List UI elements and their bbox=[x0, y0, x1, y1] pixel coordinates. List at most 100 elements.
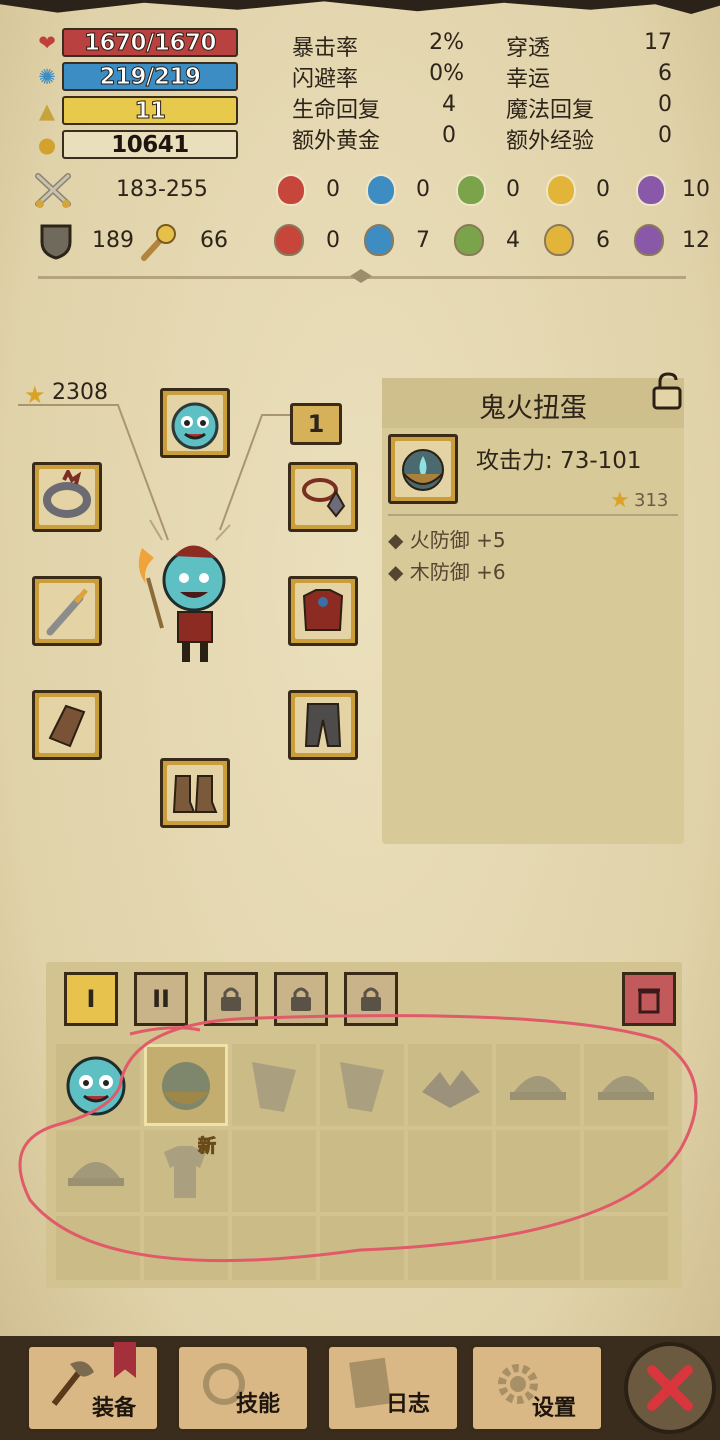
slot-gloves[interactable] bbox=[32, 690, 102, 760]
dark-defense-value: 12 bbox=[682, 228, 710, 253]
cloak-item-icon bbox=[340, 1062, 384, 1112]
ring-icon bbox=[43, 470, 91, 518]
inventory-cell[interactable] bbox=[232, 1130, 316, 1212]
dodge-value: 0% bbox=[429, 61, 464, 86]
bullet-icon: ◆ bbox=[388, 528, 410, 552]
level-icon: ▲ bbox=[38, 99, 56, 123]
hp-regen-label: 生命回复 bbox=[292, 98, 381, 123]
slot-pants[interactable] bbox=[288, 690, 358, 760]
inventory-cell[interactable] bbox=[408, 1216, 492, 1280]
nav-equip-label: 装备 bbox=[92, 1396, 137, 1421]
slot-amulet[interactable] bbox=[288, 462, 358, 532]
thunder-attack-icon bbox=[546, 174, 576, 206]
hp-bar: 1670/1670 bbox=[62, 28, 238, 57]
item-star-icon: ★ bbox=[610, 488, 630, 513]
bonus-text: 木防御 +6 bbox=[409, 560, 506, 584]
wood-defense-icon bbox=[454, 224, 484, 256]
star-icon: ★ bbox=[24, 381, 46, 409]
inventory-cell[interactable] bbox=[232, 1216, 316, 1280]
ghostfire-gacha-icon bbox=[402, 449, 444, 491]
close-icon bbox=[647, 1365, 693, 1411]
pet-item bbox=[167, 395, 223, 451]
magic-staff-icon bbox=[141, 224, 176, 261]
tab-page-1[interactable]: I bbox=[64, 972, 118, 1026]
bullet-icon: ◆ bbox=[388, 560, 410, 584]
detail-divider bbox=[388, 514, 678, 516]
dark-attack-value: 10 bbox=[682, 177, 710, 202]
armor-icon bbox=[302, 589, 344, 631]
tab-locked-3[interactable] bbox=[204, 972, 258, 1026]
wood-defense-value: 4 bbox=[506, 228, 520, 253]
bonus-line-1: ◆ 火防御 +5 bbox=[388, 524, 506, 553]
water-attack-icon bbox=[366, 174, 396, 206]
thunder-attack-value: 0 bbox=[596, 177, 610, 202]
slot-boots[interactable] bbox=[160, 758, 230, 828]
inventory-cell[interactable] bbox=[320, 1216, 404, 1280]
crit-value: 2% bbox=[429, 30, 464, 55]
gold-icon: ● bbox=[37, 133, 57, 157]
nav-skills-label: 技能 bbox=[236, 1392, 281, 1417]
pet-icon bbox=[171, 402, 219, 450]
slot-weapon[interactable] bbox=[32, 576, 102, 646]
pet-egg-item-icon bbox=[66, 1056, 126, 1116]
water-attack-value: 0 bbox=[416, 177, 430, 202]
crit-label: 暴击率 bbox=[292, 36, 359, 61]
wood-attack-value: 0 bbox=[506, 177, 520, 202]
wood-attack-icon bbox=[456, 174, 486, 206]
extra-exp-value: 0 bbox=[658, 123, 672, 148]
tab-locked-4[interactable] bbox=[274, 972, 328, 1026]
total-score: 2308 bbox=[52, 380, 108, 405]
water-defense-icon bbox=[364, 224, 394, 256]
lock-icon bbox=[221, 987, 241, 1011]
mp-bar: 219/219 bbox=[62, 62, 238, 91]
dark-attack-icon bbox=[636, 174, 666, 206]
slot-pet[interactable] bbox=[160, 388, 230, 458]
cloak-item-icon bbox=[252, 1062, 296, 1112]
bonus-text: 火防御 +5 bbox=[409, 528, 506, 552]
trash-button[interactable] bbox=[622, 972, 676, 1026]
mp-regen-value: 0 bbox=[658, 92, 672, 117]
amulet-icon bbox=[302, 478, 346, 518]
close-button[interactable] bbox=[624, 1342, 716, 1434]
fire-defense-icon bbox=[274, 224, 304, 256]
hp-regen-value: 4 bbox=[442, 92, 456, 117]
pet-level-badge: 1 bbox=[290, 403, 342, 445]
inventory-cell[interactable] bbox=[144, 1216, 228, 1280]
ghostfire-gacha-item-icon bbox=[162, 1062, 210, 1110]
tab-locked-5[interactable] bbox=[344, 972, 398, 1026]
inventory-cell[interactable] bbox=[584, 1216, 668, 1280]
crossed-swords-icon bbox=[35, 173, 71, 208]
extra-gold-value: 0 bbox=[442, 123, 456, 148]
axe-icon bbox=[51, 1361, 94, 1406]
inventory-cell[interactable] bbox=[320, 1130, 404, 1212]
slot-ring[interactable] bbox=[32, 462, 102, 532]
inventory-cell[interactable] bbox=[496, 1216, 580, 1280]
fire-defense-value: 0 bbox=[326, 228, 340, 253]
gloves-icon bbox=[48, 704, 86, 748]
item-name: 鬼火扭蛋 bbox=[479, 393, 587, 424]
gold-bar: 10641 bbox=[62, 130, 238, 159]
item-attack: 攻击力: 73-101 bbox=[476, 448, 642, 474]
new-badge: 新 bbox=[198, 1136, 217, 1158]
luck-label: 幸运 bbox=[506, 67, 551, 92]
bonus-line-2: ◆ 木防御 +6 bbox=[388, 556, 506, 585]
extra-gold-label: 额外黄金 bbox=[292, 129, 381, 154]
pierce-label: 穿透 bbox=[506, 36, 551, 61]
item-score: 313 bbox=[634, 490, 669, 511]
extra-exp-label: 额外经验 bbox=[506, 129, 595, 154]
helmet-item-icon bbox=[598, 1076, 654, 1100]
slot-armor[interactable] bbox=[288, 576, 358, 646]
mp-regen-label: 魔法回复 bbox=[506, 98, 595, 123]
inventory-cell[interactable] bbox=[584, 1130, 668, 1212]
fire-attack-icon bbox=[276, 174, 306, 206]
inventory-cell[interactable] bbox=[496, 1130, 580, 1212]
nav-settings-label: 设置 bbox=[532, 1396, 577, 1421]
inventory-cell[interactable] bbox=[56, 1216, 140, 1280]
trash-icon bbox=[638, 988, 660, 1014]
tab-page-2[interactable]: II bbox=[134, 972, 188, 1026]
thunder-defense-value: 6 bbox=[596, 228, 610, 253]
unlock-icon[interactable] bbox=[646, 372, 686, 412]
inventory-cell[interactable] bbox=[408, 1130, 492, 1212]
bat-wing-item-icon bbox=[422, 1070, 480, 1108]
shield-icon bbox=[40, 224, 72, 260]
